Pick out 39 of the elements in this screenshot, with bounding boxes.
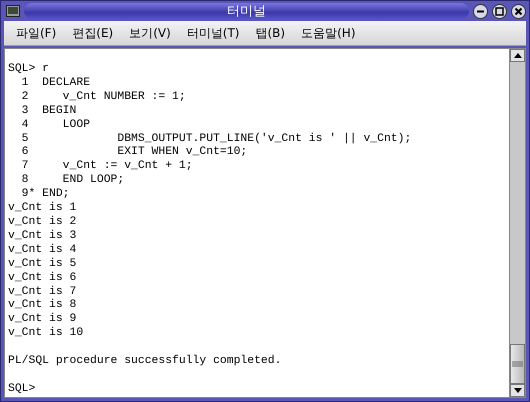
terminal-line: v_Cnt is 2	[8, 216, 76, 230]
up-arrow-icon	[514, 53, 522, 58]
terminal-line: 6 EXIT WHEN v_Cnt=10;	[20, 146, 248, 160]
terminal-icon[interactable]	[6, 5, 20, 17]
terminal-line: 8 END LOOP;	[20, 174, 124, 188]
terminal-line: PL/SQL procedure successfully completed.	[8, 355, 282, 369]
scrollbar[interactable]	[509, 49, 525, 397]
terminal-line: 7 v_Cnt := v_Cnt + 1;	[20, 160, 193, 174]
scroll-thumb[interactable]	[510, 344, 525, 384]
terminal-line: v_Cnt is 9	[8, 313, 76, 326]
scroll-up-button[interactable]	[510, 49, 525, 62]
menu-item[interactable]: 편집(E)	[64, 22, 122, 44]
terminal-line: v_Cnt is 3	[8, 230, 76, 244]
terminal-line: v_Cnt is 1	[8, 202, 76, 216]
scroll-down-button[interactable]	[510, 384, 525, 397]
close-button[interactable]	[511, 4, 526, 18]
menu-item[interactable]: 탭(B)	[248, 22, 294, 44]
terminal-line: 2 v_Cnt NUMBER := 1;	[20, 90, 186, 105]
menu-item[interactable]: 도움말(H)	[293, 22, 364, 44]
menu-item[interactable]: 파일(F)	[8, 22, 64, 44]
terminal-line: 4 LOOP	[20, 118, 90, 133]
terminal-line: v_Cnt is 4	[8, 244, 76, 258]
terminal-line: v_Cnt is 10	[8, 327, 84, 342]
terminal-line: SQL>	[8, 382, 36, 397]
terminal-line: v_Cnt is 6	[8, 272, 76, 286]
terminal-line: 3 BEGIN	[20, 104, 76, 119]
maximize-button[interactable]	[492, 4, 507, 18]
terminal-line: 9* END;	[20, 188, 70, 202]
down-arrow-icon	[514, 388, 522, 393]
window-title: 터미널	[227, 3, 266, 20]
terminal-line: 1 DECLARE	[20, 76, 90, 91]
terminal-line: v_Cnt is 7	[8, 286, 76, 298]
menu-item[interactable]: 터미널(T)	[178, 22, 248, 44]
terminal-line: SQL> r	[8, 63, 50, 77]
terminal-line: v_Cnt is 5	[8, 258, 76, 272]
menu-item[interactable]: 보기(V)	[121, 22, 179, 44]
minimize-button[interactable]	[473, 4, 488, 18]
terminal-line: v_Cnt is 8	[8, 299, 76, 312]
terminal-line: 5 DBMS_OUTPUT.PUT_LINE('v_Cnt is ' || v_Cnt);	[20, 132, 412, 146]
